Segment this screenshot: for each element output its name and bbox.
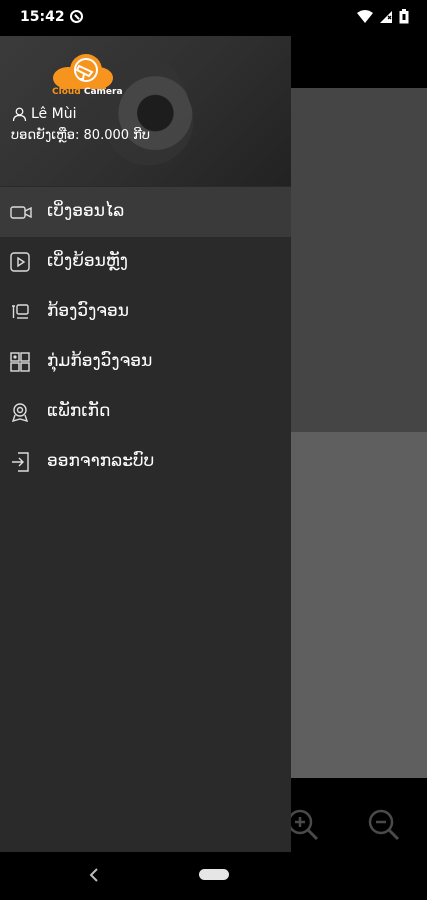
menu-label: ເບິ່ງຍ້ອນຫຼັງ bbox=[47, 251, 128, 271]
user-icon bbox=[12, 107, 27, 121]
status-time: 15:42 bbox=[20, 9, 65, 25]
camera-group-icon bbox=[10, 352, 30, 372]
navigation-drawer: Cloud Camera Lê Mùi ບອດຍັງເຫຼືອ: 80.000 … bbox=[0, 36, 291, 852]
battery-icon bbox=[399, 9, 409, 24]
status-bar: 15:42 bbox=[0, 0, 427, 36]
package-badge-icon bbox=[11, 403, 29, 422]
menu-label: ກຸ່ມກ້ອງວົງຈອນ bbox=[47, 351, 153, 371]
user-name: Lê Mùi bbox=[31, 106, 77, 122]
do-not-disturb-icon bbox=[70, 10, 83, 23]
menu-item-logout[interactable]: ອອກຈາກລະບົບ bbox=[0, 437, 291, 487]
playback-icon bbox=[10, 252, 30, 272]
drawer-menu: ເບິ່ງອອນໄລ ເບິ່ງຍ້ອນຫຼັງ ກ້ອງວົງຈອນ ກຸ່ມ… bbox=[0, 187, 291, 487]
logo-text: Cloud Camera bbox=[52, 87, 123, 97]
menu-item-live-view[interactable]: ເບິ່ງອອນໄລ bbox=[0, 187, 291, 237]
account-balance: ບອດຍັງເຫຼືອ: 80.000 ກີບ bbox=[11, 128, 150, 143]
drawer-header: Cloud Camera Lê Mùi ບອດຍັງເຫຼືອ: 80.000 … bbox=[0, 36, 291, 186]
wifi-icon bbox=[357, 9, 373, 23]
menu-item-cameras[interactable]: ກ້ອງວົງຈອນ bbox=[0, 287, 291, 337]
nav-back-icon[interactable] bbox=[88, 865, 100, 885]
menu-label: ກ້ອງວົງຈອນ bbox=[47, 301, 129, 321]
status-icons bbox=[357, 9, 409, 24]
logo-text-camera: Camera bbox=[83, 87, 123, 97]
user-row: Lê Mùi bbox=[12, 106, 76, 122]
zoom-out-icon[interactable] bbox=[367, 808, 401, 842]
zoom-in-icon[interactable] bbox=[286, 808, 320, 842]
menu-item-camera-groups[interactable]: ກຸ່ມກ້ອງວົງຈອນ bbox=[0, 337, 291, 387]
nav-home-pill[interactable] bbox=[199, 869, 229, 880]
menu-item-packages[interactable]: ແພັກເກັດ bbox=[0, 387, 291, 437]
logout-icon bbox=[12, 452, 29, 472]
camera-icon bbox=[12, 304, 29, 319]
video-camera-icon bbox=[10, 206, 32, 219]
menu-item-playback[interactable]: ເບິ່ງຍ້ອນຫຼັງ bbox=[0, 237, 291, 287]
menu-label: ອອກຈາກລະບົບ bbox=[47, 451, 155, 471]
menu-label: ແພັກເກັດ bbox=[47, 401, 111, 421]
menu-label: ເບິ່ງອອນໄລ bbox=[47, 201, 125, 221]
logo-text-cloud: Cloud bbox=[52, 87, 81, 97]
cellular-signal-icon bbox=[380, 10, 392, 23]
